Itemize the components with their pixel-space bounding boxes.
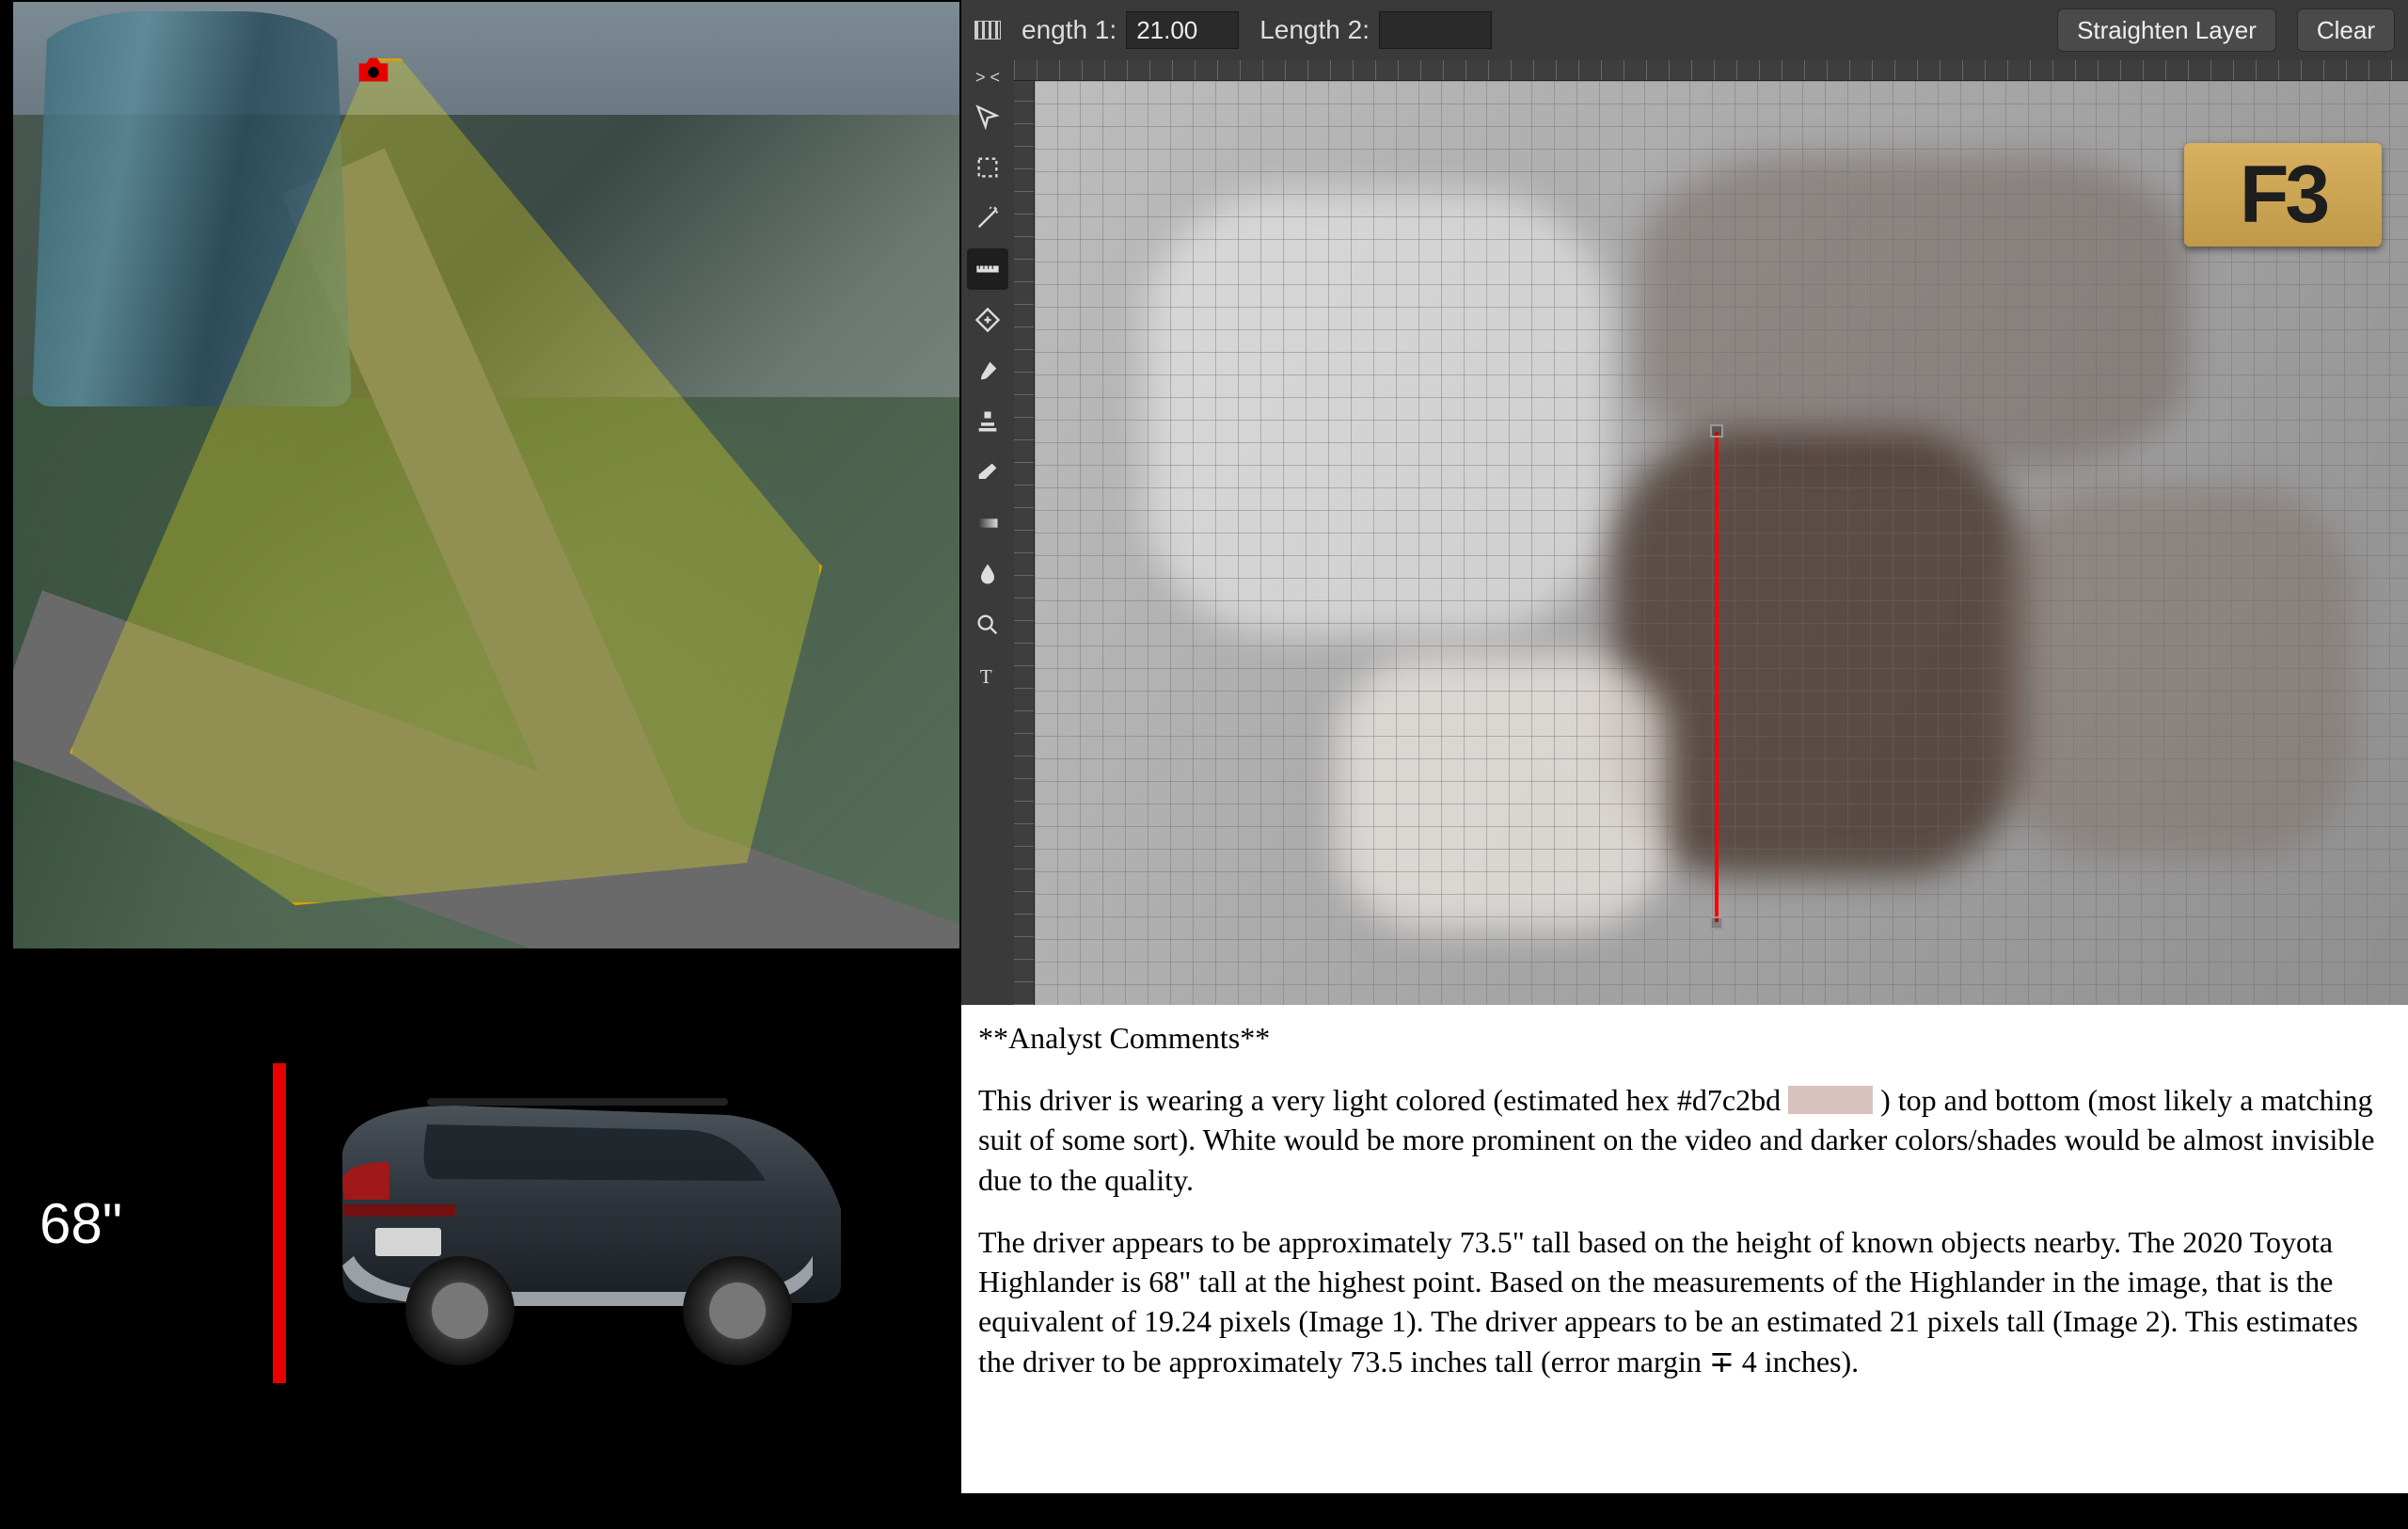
notes-header: **Analyst Comments** xyxy=(978,1018,2391,1058)
tool-tray: > < xyxy=(961,60,1014,1005)
length1-field: ength 1: xyxy=(1022,11,1239,49)
eraser-tool-icon[interactable] xyxy=(967,452,1008,493)
reference-car-panel: 68" xyxy=(11,979,961,1468)
editor-canvas-wrap: F3 xyxy=(1014,60,2408,1005)
notes-p1a: This driver is wearing a very light colo… xyxy=(978,1083,1788,1117)
editor-body: > < xyxy=(961,60,2408,1005)
editor-options-bar: ength 1: Length 2: Straighten Layer Clea… xyxy=(961,0,2408,60)
text-tool-icon[interactable]: T xyxy=(967,655,1008,696)
length2-input[interactable] xyxy=(1379,11,1492,49)
measure-handle-bottom[interactable] xyxy=(1710,916,1723,930)
f3-logo: F3 xyxy=(2184,143,2382,247)
length2-label: Length 2: xyxy=(1259,15,1370,45)
wand-tool-icon[interactable] xyxy=(967,198,1008,239)
camera-marker-icon xyxy=(352,49,395,92)
healing-brush-icon[interactable] xyxy=(967,299,1008,341)
blur-tool-icon[interactable] xyxy=(967,553,1008,595)
stamp-tool-icon[interactable] xyxy=(967,401,1008,442)
svg-text:T: T xyxy=(980,665,992,688)
length2-field: Length 2: xyxy=(1259,11,1492,49)
vertical-ruler[interactable] xyxy=(1014,81,1035,1005)
tray-toggle-icon[interactable]: > < xyxy=(968,64,1007,91)
marquee-tool-icon[interactable] xyxy=(967,147,1008,188)
straighten-layer-button[interactable]: Straighten Layer xyxy=(2057,8,2276,52)
color-swatch xyxy=(1788,1086,1873,1114)
aerial-map-panel xyxy=(11,0,961,950)
notes-paragraph-1: This driver is wearing a very light colo… xyxy=(978,1080,2391,1200)
length1-input[interactable] xyxy=(1126,11,1239,49)
suv-illustration xyxy=(286,1068,869,1378)
ruler-tool-icon[interactable] xyxy=(967,248,1008,290)
brush-tool-icon[interactable] xyxy=(967,350,1008,391)
measure-handle-top[interactable] xyxy=(1710,424,1723,438)
ruler-icon xyxy=(974,21,1001,40)
gradient-tool-icon[interactable] xyxy=(967,502,1008,544)
analyst-notes-panel: **Analyst Comments** This driver is wear… xyxy=(961,1005,2408,1493)
length1-label: ength 1: xyxy=(1022,15,1117,45)
car-height-bar xyxy=(273,1063,286,1383)
move-tool-icon[interactable] xyxy=(967,96,1008,137)
car-height-label: 68" xyxy=(40,1191,122,1256)
clear-button[interactable]: Clear xyxy=(2297,8,2395,52)
zoom-tool-icon[interactable] xyxy=(967,604,1008,645)
measure-line[interactable] xyxy=(1715,432,1719,921)
image-editor-panel: ength 1: Length 2: Straighten Layer Clea… xyxy=(961,0,2408,1005)
notes-paragraph-2: The driver appears to be approximately 7… xyxy=(978,1222,2391,1381)
horizontal-ruler[interactable] xyxy=(1014,60,2408,81)
